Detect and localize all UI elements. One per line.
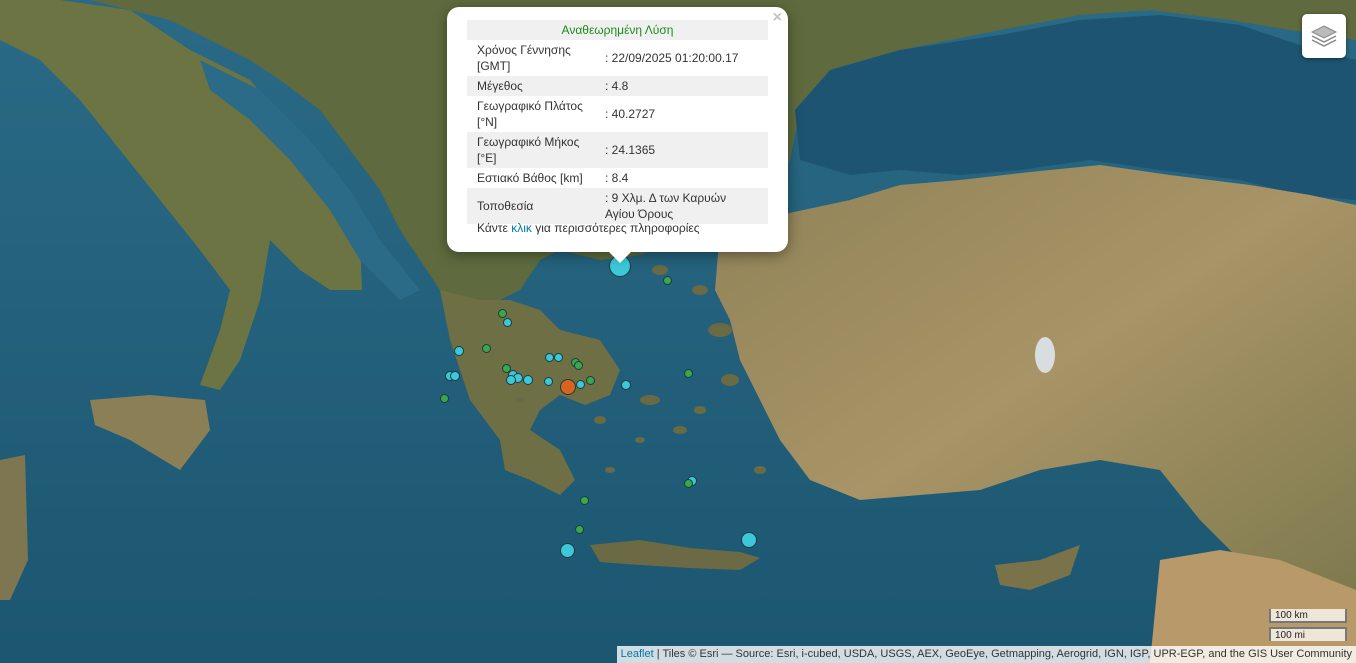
row-label: Γεωγραφικό Μήκος [°E]: [467, 132, 595, 168]
row-label: Χρόνος Γέννησης [GMT]: [477, 43, 571, 73]
table-row: Μέγεθος : 4.8: [467, 76, 768, 96]
earthquake-marker[interactable]: [683, 478, 693, 488]
more-info-link[interactable]: κλικ: [511, 221, 532, 235]
attribution-text: | Tiles © Esri — Source: Esri, i-cubed, …: [656, 648, 1352, 660]
table-row: Χρόνος Γέννησης [GMT] : 22/09/2025 01:20…: [467, 40, 768, 76]
earthquake-marker[interactable]: [544, 352, 554, 362]
earthquake-marker[interactable]: [439, 393, 449, 403]
earthquake-marker[interactable]: [579, 495, 589, 505]
scale-mi: 100 mi: [1269, 627, 1347, 641]
earthquake-marker[interactable]: [662, 275, 672, 285]
row-value: : 9 Χλμ. Δ των Καρυών Αγίου Όρους: [595, 188, 768, 224]
map-attribution: Leaflet | Tiles © Esri — Source: Esri, i…: [616, 646, 1356, 663]
earthquake-marker[interactable]: [560, 379, 576, 395]
earthquake-marker[interactable]: [506, 375, 516, 385]
earthquake-marker[interactable]: [573, 360, 583, 370]
layers-control-button[interactable]: [1302, 14, 1346, 58]
earthquake-marker[interactable]: [683, 368, 693, 378]
close-icon[interactable]: ×: [773, 10, 782, 26]
earthquake-marker[interactable]: [574, 524, 584, 534]
earthquake-marker[interactable]: [585, 375, 595, 385]
table-row: Εστιακό Βάθος [km] : 8.4: [467, 168, 768, 188]
row-value: : 40.2727: [605, 107, 656, 121]
table-row: Γεωγραφικό Πλάτος [°N] : 40.2727: [467, 96, 768, 132]
table-row: Τοποθεσία : 9 Χλμ. Δ των Καρυών Αγίου Όρ…: [467, 188, 768, 224]
more-info-line: Κάντε κλικ για περισσότερες πληροφορίες: [477, 221, 700, 235]
row-value: : 4.8: [595, 76, 768, 96]
earthquake-details-table: Αναθεωρημένη Λύση Χρόνος Γέννησης [GMT] …: [467, 20, 768, 224]
earthquake-marker[interactable]: [454, 346, 464, 356]
popup-tip: [608, 251, 632, 263]
leaflet-link[interactable]: Leaflet: [621, 648, 654, 660]
earthquake-marker[interactable]: [741, 532, 757, 548]
layers-icon: [1310, 25, 1338, 47]
earthquake-marker[interactable]: [497, 308, 507, 318]
lake: [1035, 337, 1055, 373]
popup-header: Αναθεωρημένη Λύση: [467, 20, 768, 40]
earthquake-marker[interactable]: [553, 352, 563, 362]
earthquake-marker[interactable]: [575, 379, 585, 389]
table-row: Γεωγραφικό Μήκος [°E] : 24.1365: [467, 132, 768, 168]
earthquake-marker[interactable]: [543, 376, 553, 386]
earthquake-marker[interactable]: [621, 380, 631, 390]
earthquake-marker[interactable]: [523, 375, 533, 385]
earthquake-marker[interactable]: [559, 542, 575, 558]
row-label: Τοποθεσία: [467, 188, 595, 224]
more-prefix: Κάντε: [477, 221, 508, 235]
row-value: : 24.1365: [595, 132, 768, 168]
row-value: : 8.4: [605, 171, 629, 185]
earthquake-marker[interactable]: [502, 317, 512, 327]
scale-km: 100 km: [1269, 609, 1347, 623]
earthquake-marker[interactable]: [450, 371, 460, 381]
row-label: Εστιακό Βάθος [km]: [477, 171, 583, 185]
row-label: Γεωγραφικό Πλάτος [°N]: [477, 99, 583, 129]
more-suffix: για περισσότερες πληροφορίες: [535, 221, 700, 235]
row-value: : 22/09/2025 01:20:00.17: [605, 51, 739, 65]
earthquake-marker[interactable]: [481, 343, 491, 353]
row-label: Μέγεθος: [467, 76, 595, 96]
earthquake-popup: × Αναθεωρημένη Λύση Χρόνος Γέννησης [GMT…: [447, 7, 788, 252]
